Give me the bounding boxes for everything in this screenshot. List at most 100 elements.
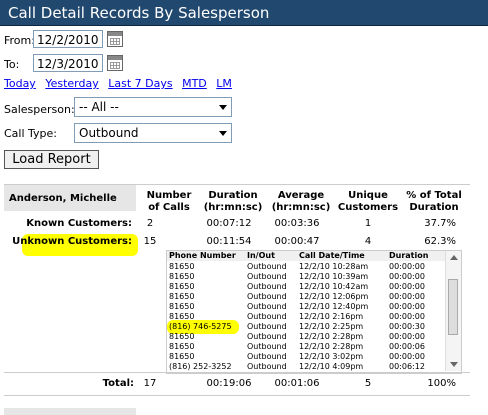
row-known-unique: 1: [364, 218, 372, 229]
detail-header-row: Phone Number In/Out Call Date/Time Durat…: [167, 251, 445, 261]
detail-duration: 00:00:00: [389, 262, 425, 271]
calltype-value: Outbound: [79, 126, 139, 140]
call-detail-panel[interactable]: Phone Number In/Out Call Date/Time Durat…: [166, 250, 462, 374]
to-date-input[interactable]: 12/3/2010: [33, 54, 103, 72]
detail-datetime: 12/2/10 10:28am: [299, 262, 369, 271]
to-label: To:: [4, 58, 20, 71]
salesperson-name: Anderson, Michelle: [9, 193, 117, 204]
detail-inout: Outbound: [247, 302, 287, 311]
row-known-pct: 37.7%: [424, 218, 456, 229]
to-calendar-icon[interactable]: [107, 55, 123, 71]
page-title: Call Detail Records By Salesperson: [8, 4, 270, 22]
detail-inout: Outbound: [247, 362, 287, 371]
detail-phone: 81650: [169, 332, 195, 341]
detail-phone: 81650: [169, 302, 195, 311]
page-header: Call Detail Records By Salesperson: [0, 0, 488, 26]
header-pct-line2: Duration: [409, 202, 459, 213]
row-unknown-label[interactable]: Unknown Customers:: [4, 236, 132, 247]
detail-phone: 81650: [169, 312, 195, 321]
quick-link-today[interactable]: Today: [4, 77, 36, 90]
quick-link-lm[interactable]: LM: [216, 77, 232, 90]
scroll-thumb[interactable]: [448, 279, 458, 335]
row-known-label[interactable]: Known Customers:: [4, 218, 132, 229]
total-row: Total: 17 00:19:06 00:01:06 5 100%: [4, 372, 470, 396]
row-unknown-average: 00:00:47: [274, 236, 320, 247]
quick-date-links: Today Yesterday Last 7 Days MTD LM: [4, 77, 238, 90]
detail-duration: 00:00:00: [389, 302, 425, 311]
detail-datetime: 12/2/10 3:02pm: [299, 352, 364, 361]
detail-inout: Outbound: [247, 322, 287, 331]
header-duration-line1: Duration: [208, 190, 258, 201]
row-unknown-calls: 15: [143, 236, 157, 247]
row-unknown-unique: 4: [364, 236, 372, 247]
header-average: Average (hr:mn:sc): [270, 190, 332, 214]
detail-inout: Outbound: [247, 292, 287, 301]
detail-row: 81650 Outbound 12/2/10 10:39am 00:00:00: [167, 272, 445, 282]
detail-datetime: 12/2/10 2:16pm: [299, 312, 364, 321]
detail-duration: 00:00:00: [389, 272, 425, 281]
detail-row: 81650 Outbound 12/2/10 10:42am 00:00:00: [167, 282, 445, 292]
quick-link-mtd[interactable]: MTD: [182, 77, 207, 90]
total-label: Total:: [102, 378, 134, 389]
header-average-line1: Average: [277, 190, 325, 201]
scroll-up-icon[interactable]: [450, 255, 458, 260]
detail-duration: 00:00:06: [389, 342, 425, 351]
detail-duration: 00:06:12: [389, 362, 425, 371]
detail-inout: Outbound: [247, 332, 287, 341]
quick-link-last-7-days[interactable]: Last 7 Days: [108, 77, 172, 90]
detail-inout: Outbound: [247, 272, 287, 281]
header-duration-line2: (hr:mn:sc): [203, 202, 263, 213]
detail-phone: 81650: [169, 342, 195, 351]
header-unique-line1: Unique: [348, 190, 388, 201]
detail-phone: 81650: [169, 292, 195, 301]
total-duration: 00:19:06: [206, 378, 252, 389]
calltype-select[interactable]: Outbound: [74, 123, 232, 143]
scroll-down-icon[interactable]: [450, 362, 458, 367]
detail-datetime: 12/2/10 12:40pm: [299, 302, 369, 311]
detail-row: 81650 Outbound 12/2/10 10:28am 00:00:00: [167, 262, 445, 272]
header-pct: % of Total Duration: [402, 190, 466, 214]
detail-row: (816) 252-3252 Outbound 12/2/10 4:09pm 00:0…: [167, 362, 445, 372]
total-calls: 17: [143, 378, 157, 389]
detail-duration: 00:00:00: [389, 332, 425, 341]
header-unique: Unique Customers: [336, 190, 400, 214]
detail-inout: Outbound: [247, 262, 287, 271]
from-date-input[interactable]: 12/2/2010: [33, 30, 103, 48]
detail-phone: (816) 746-5275: [169, 322, 232, 331]
detail-header-inout: In/Out: [247, 251, 275, 260]
row-unknown-duration: 00:11:54: [206, 236, 252, 247]
detail-row: 81650 Outbound 12/2/10 2:28pm 00:00:00: [167, 332, 445, 342]
quick-link-yesterday[interactable]: Yesterday: [45, 77, 98, 90]
row-known-average: 00:03:36: [274, 218, 320, 229]
detail-duration: 00:00:30: [389, 322, 425, 331]
header-calls: Number of Calls: [140, 190, 198, 214]
detail-inout: Outbound: [247, 312, 287, 321]
header-calls-line2: of Calls: [148, 202, 190, 213]
total-pct: 100%: [427, 378, 456, 389]
detail-phone: 81650: [169, 262, 195, 271]
total-average: 00:01:06: [274, 378, 320, 389]
header-pct-line1: % of Total: [406, 190, 462, 201]
detail-datetime: 12/2/10 2:28pm: [299, 342, 364, 351]
detail-row: 81650 Outbound 12/2/10 2:16pm 00:00:00: [167, 312, 445, 322]
detail-phone: (816) 252-3252: [169, 362, 232, 371]
detail-header-phone: Phone Number: [169, 251, 236, 260]
detail-duration: 00:00:00: [389, 352, 425, 361]
salesperson-label: Salesperson:: [4, 103, 75, 116]
detail-row: 81650 Outbound 12/2/10 3:02pm 00:00:00: [167, 352, 445, 362]
from-label: From:: [4, 34, 35, 47]
chevron-down-icon[interactable]: [215, 98, 231, 116]
load-report-button[interactable]: Load Report: [4, 150, 99, 169]
detail-datetime: 12/2/10 12:06pm: [299, 292, 369, 301]
detail-duration: 00:00:00: [389, 282, 425, 291]
detail-phone: 81650: [169, 272, 195, 281]
detail-datetime: 12/2/10 2:25pm: [299, 322, 364, 331]
detail-phone: 81650: [169, 352, 195, 361]
detail-scrollbar[interactable]: [445, 251, 461, 371]
detail-phone: 81650: [169, 282, 195, 291]
detail-inout: Outbound: [247, 352, 287, 361]
from-calendar-icon[interactable]: [107, 31, 123, 47]
detail-datetime: 12/2/10 2:28pm: [299, 332, 364, 341]
salesperson-select[interactable]: -- All --: [74, 97, 232, 117]
chevron-down-icon[interactable]: [215, 124, 231, 142]
